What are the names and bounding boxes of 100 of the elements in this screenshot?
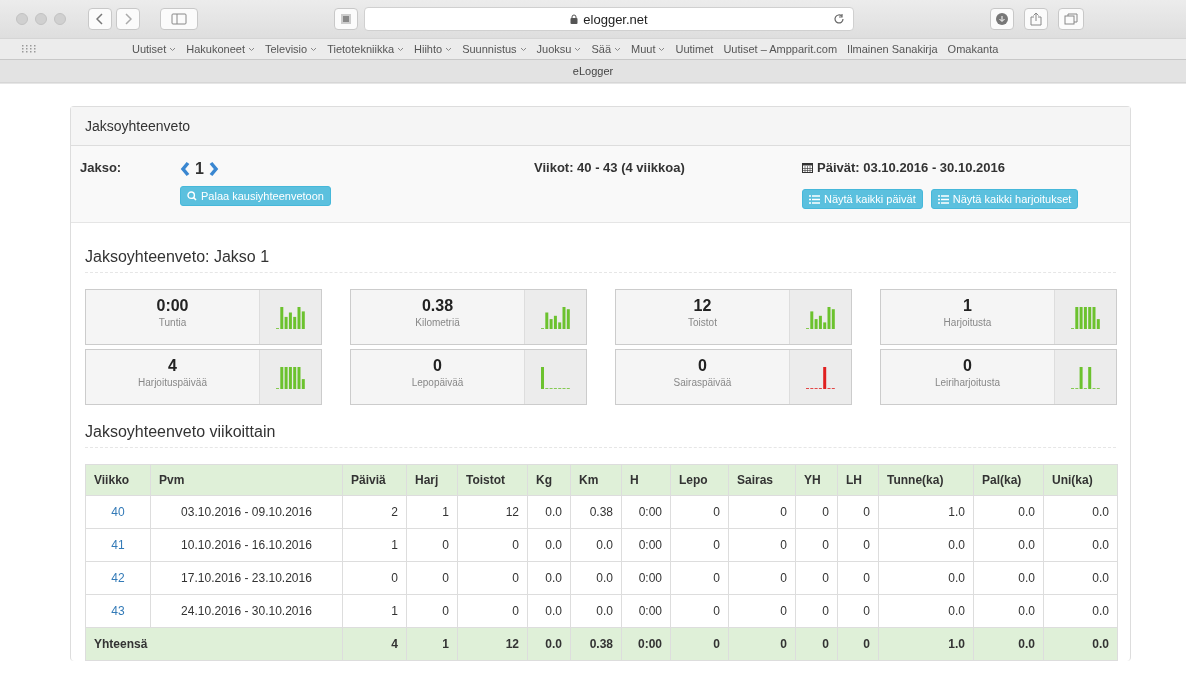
stat-label: Lepopäivää bbox=[411, 377, 464, 388]
tabs-icon bbox=[1064, 13, 1078, 25]
period-label: Jakso: bbox=[80, 160, 122, 175]
table-cell: 0 bbox=[728, 495, 796, 529]
sparkline-icon bbox=[275, 305, 306, 329]
bookmark-item[interactable]: Omakanta bbox=[947, 43, 999, 55]
download-icon bbox=[996, 13, 1008, 25]
bookmark-item[interactable]: Uutimet bbox=[675, 43, 714, 55]
table-cell: 0 bbox=[795, 495, 838, 529]
table-cell: 0 bbox=[837, 594, 879, 628]
sparkline-icon bbox=[805, 365, 836, 389]
table-cell: 0 bbox=[406, 594, 458, 628]
section-heading: Jaksoyhteenveto: Jakso 1 bbox=[85, 248, 1116, 273]
table-cell: 0 bbox=[795, 594, 838, 628]
table-cell: 0:00 bbox=[621, 594, 671, 628]
browser-tab[interactable]: eLogger bbox=[572, 65, 614, 77]
column-header: Pal(ka) bbox=[973, 464, 1044, 496]
bookmark-item[interactable]: Muut bbox=[631, 43, 666, 55]
table-cell: 0 bbox=[457, 594, 528, 628]
stat-label: Kilometriä bbox=[415, 317, 460, 328]
table-cell: 0.0 bbox=[570, 561, 622, 595]
chevron-left-icon bbox=[96, 13, 104, 25]
table-cell: 0 bbox=[670, 528, 729, 562]
table-cell: 0 bbox=[406, 528, 458, 562]
stat-value: 0 bbox=[433, 357, 442, 375]
share-button[interactable] bbox=[1024, 8, 1048, 30]
column-header: LH bbox=[837, 464, 879, 496]
table-cell: 0 bbox=[837, 528, 879, 562]
column-header: Uni(ka) bbox=[1043, 464, 1118, 496]
table-cell: 0:00 bbox=[621, 627, 671, 661]
table-cell: 0:00 bbox=[621, 495, 671, 529]
table-cell: 0.0 bbox=[973, 495, 1044, 529]
search-icon bbox=[187, 191, 197, 201]
stat-value: 4 bbox=[168, 357, 177, 375]
column-header: Kg bbox=[527, 464, 571, 496]
reload-icon[interactable] bbox=[833, 13, 845, 25]
previous-icon[interactable] bbox=[180, 161, 190, 177]
table-cell: 0 bbox=[728, 561, 796, 595]
window-minimize-button[interactable] bbox=[35, 13, 47, 25]
reader-button[interactable] bbox=[334, 8, 358, 30]
table-cell: 0 bbox=[795, 561, 838, 595]
grid-icon[interactable] bbox=[22, 45, 36, 53]
forward-button[interactable] bbox=[116, 8, 140, 30]
column-header: Tunne(ka) bbox=[878, 464, 974, 496]
period-number: 1 bbox=[195, 160, 204, 178]
stat-label: Leiriharjoitusta bbox=[934, 377, 1000, 388]
table-cell: 0.0 bbox=[570, 594, 622, 628]
bookmark-item[interactable]: Sää bbox=[591, 43, 621, 55]
bookmark-item[interactable]: Tietotekniikka bbox=[327, 43, 404, 55]
next-icon[interactable] bbox=[208, 161, 219, 177]
table-cell: 0.0 bbox=[878, 561, 974, 595]
chevron-down-icon bbox=[310, 46, 318, 52]
table-cell: 0.0 bbox=[1043, 594, 1118, 628]
week-link[interactable]: 42 bbox=[111, 571, 125, 585]
sparkline-icon bbox=[275, 365, 306, 389]
sparkline-icon bbox=[540, 365, 571, 389]
stat-value: 0.38 bbox=[421, 297, 454, 315]
section-heading: Jaksoyhteenveto viikoittain bbox=[85, 423, 1116, 448]
stat-label: Harjoituspäivää bbox=[138, 377, 207, 388]
panel-title: Jaksoyhteenveto bbox=[85, 118, 191, 134]
window-zoom-button[interactable] bbox=[54, 13, 66, 25]
address-bar[interactable]: elogger.net bbox=[364, 7, 854, 31]
column-header: Toistot bbox=[457, 464, 528, 496]
table-cell: 0.0 bbox=[527, 528, 571, 562]
stat-label: Harjoitusta bbox=[943, 317, 992, 328]
download-button[interactable] bbox=[990, 8, 1014, 30]
chevron-down-icon bbox=[658, 46, 666, 52]
sidebar-button[interactable] bbox=[160, 8, 198, 30]
window-close-button[interactable] bbox=[16, 13, 28, 25]
table-cell: 0 bbox=[728, 528, 796, 562]
back-button[interactable] bbox=[88, 8, 112, 30]
column-header: Sairas bbox=[728, 464, 796, 496]
bookmark-item[interactable]: Juoksu bbox=[536, 43, 582, 55]
table-cell: 0 bbox=[406, 561, 458, 595]
column-header: Harj bbox=[406, 464, 458, 496]
table-cell: 0 bbox=[728, 594, 796, 628]
table-cell: 0.0 bbox=[1043, 561, 1118, 595]
week-link[interactable]: 43 bbox=[111, 604, 125, 618]
bookmark-item[interactable]: Hakukoneet bbox=[186, 43, 255, 55]
table-cell: 0:00 bbox=[621, 561, 671, 595]
tabs-button[interactable] bbox=[1058, 8, 1084, 30]
week-link[interactable]: 40 bbox=[111, 505, 125, 519]
weeks-text: Viikot: 40 - 43 (4 viikkoa) bbox=[534, 160, 685, 175]
table-cell: 1 bbox=[406, 495, 458, 529]
bookmark-item[interactable]: Hiihto bbox=[414, 43, 453, 55]
column-header: Lepo bbox=[670, 464, 729, 496]
bookmark-item[interactable]: Uutiset bbox=[132, 43, 177, 55]
chevron-right-icon bbox=[124, 13, 132, 25]
table-cell: 12 bbox=[457, 627, 528, 661]
chevron-down-icon bbox=[169, 46, 177, 52]
bookmark-item[interactable]: Suunnistus bbox=[462, 43, 527, 55]
stat-label: Toistot bbox=[688, 317, 717, 328]
table-cell: 12 bbox=[457, 495, 528, 529]
column-header: Km bbox=[570, 464, 622, 496]
table-cell: 1.0 bbox=[878, 627, 974, 661]
lock-icon bbox=[570, 14, 579, 24]
week-link[interactable]: 41 bbox=[111, 538, 125, 552]
bookmark-item[interactable]: Televisio bbox=[264, 43, 318, 55]
bookmark-item[interactable]: Ilmainen Sanakirja bbox=[847, 43, 938, 55]
bookmark-item[interactable]: Uutiset – Ampparit.com bbox=[723, 43, 838, 55]
